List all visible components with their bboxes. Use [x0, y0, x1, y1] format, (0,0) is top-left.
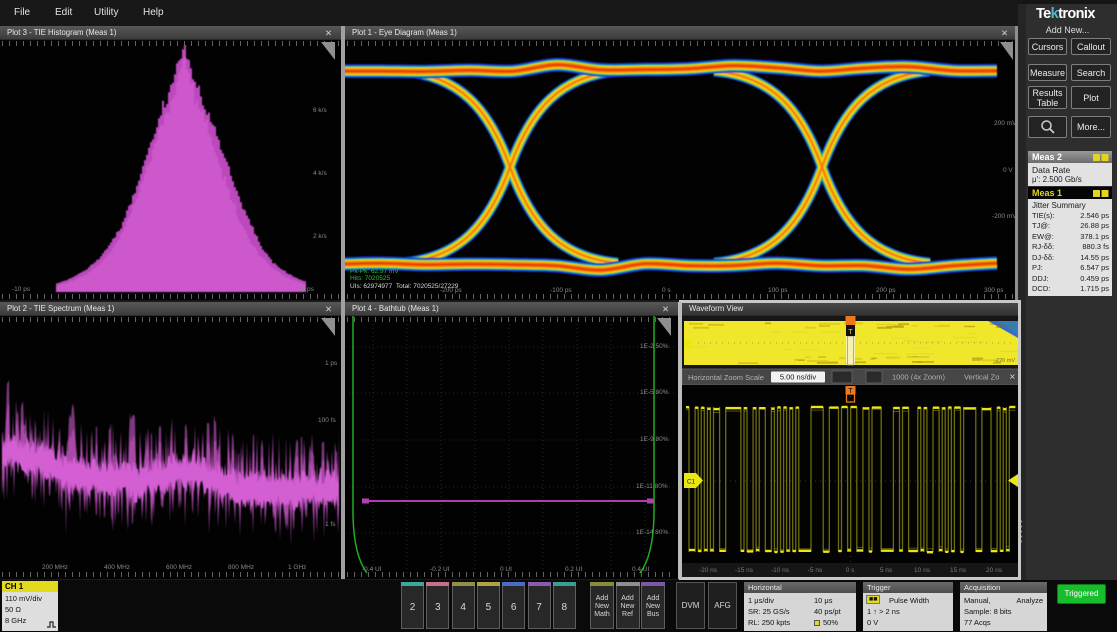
svg-text:-15 ns: -15 ns	[735, 567, 754, 574]
svg-text:✕: ✕	[1009, 373, 1016, 382]
svg-text:220 mV: 220 mV	[996, 324, 1015, 330]
svg-text:1000 (4x Zoom): 1000 (4x Zoom)	[892, 373, 945, 382]
svg-text:Vertical Zo: Vertical Zo	[964, 373, 999, 382]
svg-text:-220 mV: -220 mV	[994, 358, 1015, 364]
svg-text:C1: C1	[687, 479, 696, 486]
svg-text:5 ns: 5 ns	[880, 567, 893, 574]
svg-text:5.00 ns/div: 5.00 ns/div	[780, 373, 817, 382]
svg-text:-10 ns: -10 ns	[771, 567, 790, 574]
svg-text:20 ns: 20 ns	[986, 567, 1003, 574]
svg-text:0 s: 0 s	[846, 567, 855, 574]
svg-text:-5 ns: -5 ns	[808, 567, 823, 574]
svg-text:T: T	[848, 327, 853, 336]
svg-text:-20 ns: -20 ns	[699, 567, 718, 574]
svg-text:15 ns: 15 ns	[950, 567, 967, 574]
svg-text:10 ns: 10 ns	[914, 567, 931, 574]
svg-text:Horizontal Zoom Scale: Horizontal Zoom Scale	[688, 373, 764, 382]
